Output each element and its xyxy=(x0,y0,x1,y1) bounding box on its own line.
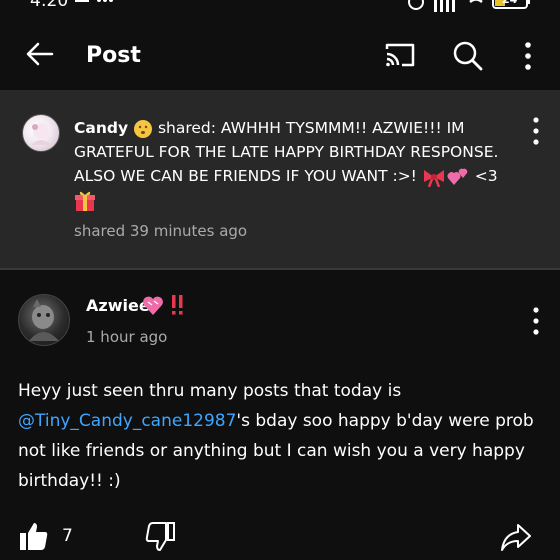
alarm-icon xyxy=(408,0,424,10)
avatar-image xyxy=(29,299,59,341)
post-more-icon[interactable] xyxy=(528,306,544,336)
post-body-text-start: Heyy just seen thru many posts that toda… xyxy=(18,381,402,401)
shared-author-name[interactable]: Candy xyxy=(74,119,128,137)
post-author-name[interactable]: Azwiee xyxy=(86,296,150,315)
shared-post-card[interactable]: Candy shared: AWHHH TYSMMM!! AZWIE!!! IM… xyxy=(0,90,560,268)
heart-exclamation-emoji-icon xyxy=(143,295,183,315)
more-options-icon[interactable] xyxy=(518,40,538,72)
post: Azwiee 1 hour ago Heyy just seen thru ma… xyxy=(0,270,560,560)
battery-percent: 24 xyxy=(502,0,517,6)
back-arrow-icon[interactable] xyxy=(24,38,56,70)
notification-icon xyxy=(75,0,89,2)
shared-time: shared 39 minutes ago xyxy=(74,222,248,240)
user-mention-link[interactable]: @Tiny_Candy_cane12987 xyxy=(18,411,236,431)
shared-text-line1: shared: AWHHH TYSMMM!! AZWIE!!! IM xyxy=(153,119,465,137)
page-title: Post xyxy=(86,43,141,68)
signal-icon xyxy=(434,0,455,12)
app-bar: Post xyxy=(0,14,560,90)
shared-post-text: Candy shared: AWHHH TYSMMM!! AZWIE!!! IM… xyxy=(74,116,519,212)
status-bar: 4:20 24 xyxy=(0,0,560,14)
shared-text-line2: GRATEFUL FOR THE LATE HAPPY BIRTHDAY RES… xyxy=(74,143,499,161)
post-body: Heyy just seen thru many posts that toda… xyxy=(18,376,548,496)
gift-emoji-icon xyxy=(75,191,95,211)
search-icon[interactable] xyxy=(452,40,484,72)
candy-avatar[interactable] xyxy=(22,114,60,152)
like-count: 7 xyxy=(62,526,73,546)
thumbs-down-icon[interactable] xyxy=(144,520,176,552)
shared-post-more-icon[interactable] xyxy=(528,116,544,146)
wifi-icon xyxy=(469,0,483,4)
shared-text-line3: ALSO WE CAN BE FRIENDS IF YOU WANT :>! xyxy=(74,167,422,185)
post-time: 1 hour ago xyxy=(86,328,168,346)
shared-text-line3-end: <3 xyxy=(469,167,498,185)
post-actions: 7 xyxy=(0,518,560,560)
more-notifications-icon xyxy=(97,0,113,2)
two-hearts-emoji-icon xyxy=(447,168,468,185)
smiling-face-emoji-icon xyxy=(134,119,153,138)
azwiee-avatar[interactable] xyxy=(18,294,70,346)
avatar-image xyxy=(31,123,51,145)
share-icon[interactable] xyxy=(500,522,532,552)
status-time: 4:20 xyxy=(30,0,69,11)
thumbs-up-icon[interactable] xyxy=(18,520,50,552)
ribbon-emoji-icon xyxy=(423,169,444,187)
cast-icon[interactable] xyxy=(384,41,416,69)
